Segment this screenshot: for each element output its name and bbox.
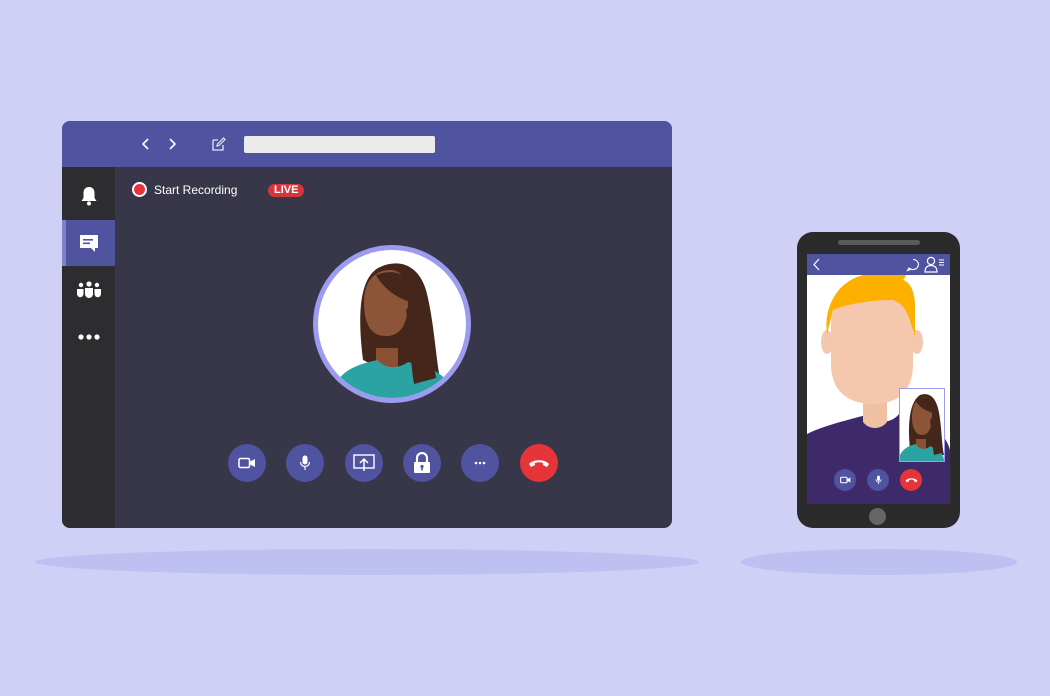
mobile-microphone-button[interactable]	[867, 469, 889, 491]
woman-avatar-icon	[326, 263, 458, 398]
chat-icon[interactable]	[906, 258, 920, 272]
sidebar-item-more[interactable]	[62, 314, 115, 360]
lock-button[interactable]	[403, 444, 441, 482]
home-button[interactable]	[869, 508, 886, 525]
record-icon	[132, 182, 147, 197]
video-camera-icon	[839, 476, 850, 484]
back-button[interactable]	[138, 135, 154, 153]
search-input[interactable]	[244, 136, 435, 153]
start-recording-button[interactable]: Start Recording	[132, 182, 237, 197]
ellipsis-icon	[474, 461, 486, 465]
share-screen-icon	[353, 454, 375, 471]
caller-avatar	[313, 245, 471, 403]
man-avatar-icon	[807, 262, 950, 504]
phone-speaker	[838, 240, 920, 245]
hang-up-button[interactable]	[520, 444, 558, 482]
forward-button[interactable]	[164, 135, 180, 153]
back-icon[interactable]	[812, 257, 822, 272]
mobile-hang-up-button[interactable]	[900, 469, 922, 491]
teams-icon	[76, 281, 101, 298]
live-badge: LIVE	[268, 184, 305, 197]
phone-hangup-icon	[905, 478, 917, 483]
bell-icon	[81, 187, 96, 206]
sidebar-item-teams[interactable]	[62, 267, 115, 313]
desktop-shadow	[35, 549, 699, 575]
microphone-button[interactable]	[286, 444, 324, 482]
chevron-right-icon	[169, 138, 177, 150]
compose-icon	[212, 137, 226, 151]
woman-avatar-icon	[900, 394, 944, 461]
more-options-button[interactable]	[461, 444, 499, 482]
compose-button[interactable]	[211, 136, 227, 152]
mobile-video-button[interactable]	[834, 469, 856, 491]
microphone-icon	[874, 475, 882, 485]
mobile-phone	[797, 232, 960, 528]
video-camera-icon	[238, 457, 255, 469]
chat-icon	[79, 235, 98, 252]
mobile-header	[807, 254, 950, 275]
sidebar-item-chat[interactable]	[62, 220, 115, 266]
start-recording-label: Start Recording	[154, 182, 238, 197]
phone-shadow	[741, 549, 1017, 575]
chevron-left-icon	[141, 138, 149, 150]
sidebar-item-notifications[interactable]	[62, 173, 115, 219]
desktop-app-window: Start Recording LIVE	[62, 121, 672, 528]
share-screen-button[interactable]	[345, 444, 383, 482]
ellipsis-icon	[77, 334, 100, 340]
title-bar	[62, 121, 672, 167]
video-button[interactable]	[228, 444, 266, 482]
padlock-icon	[414, 452, 430, 473]
self-view-thumbnail	[899, 388, 945, 462]
participants-icon[interactable]	[924, 256, 946, 273]
microphone-icon	[299, 455, 311, 470]
mobile-app-screen	[807, 254, 950, 504]
phone-hangup-icon	[529, 460, 549, 467]
sidebar	[62, 167, 115, 528]
